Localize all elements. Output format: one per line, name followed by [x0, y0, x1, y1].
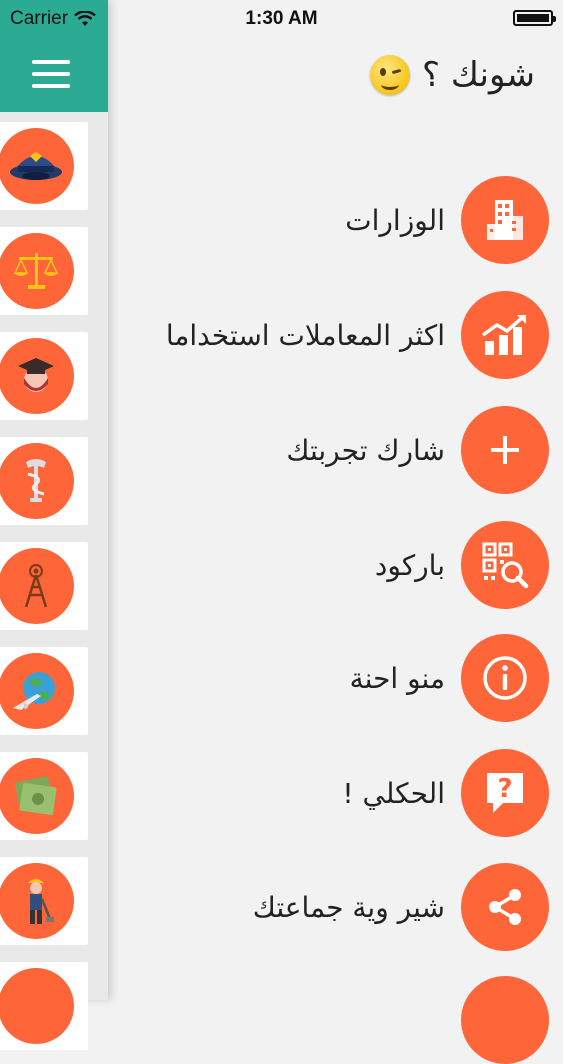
menu-item-barcode[interactable]: باركود: [375, 521, 549, 609]
menu-item-label: شارك تجربتك: [286, 433, 445, 467]
police-cap-icon: [10, 152, 62, 180]
menu-item-tell-me[interactable]: ? الحكلي !: [342, 749, 549, 837]
share-icon: [489, 889, 521, 925]
worker-icon: [28, 879, 54, 924]
battery-icon: [513, 10, 556, 26]
category-health[interactable]: [0, 437, 88, 525]
clock: 1:30 AM: [245, 8, 318, 29]
building-icon: [487, 200, 523, 240]
greeting-text: شونك ؟: [421, 55, 535, 95]
status-bar: Carrier 1:30 AM: [0, 0, 563, 38]
menu-item-label: اكثر المعاملات استخداما: [165, 318, 445, 352]
menu-item-share-friends[interactable]: شير وية جماعتك: [253, 863, 549, 951]
greeting-header: شونك ؟: [369, 50, 535, 100]
menu-item-share-experience[interactable]: شارك تجربتك: [286, 406, 549, 494]
question-icon: ?: [487, 773, 523, 813]
globe-airplane-icon: [13, 672, 55, 710]
main-menu: شونك ؟ الوزارات اكثر المعاملات استخداما …: [108, 0, 563, 1064]
menu-item-label: الوزارات: [345, 203, 445, 237]
category-justice[interactable]: [0, 227, 88, 315]
hamburger-menu-icon[interactable]: [32, 60, 70, 90]
money-icon: [14, 776, 57, 815]
category-labor[interactable]: [0, 857, 88, 945]
tower-antenna-icon: [24, 564, 48, 608]
chart-growth-icon: [481, 315, 526, 355]
category-communications[interactable]: [0, 542, 88, 630]
qr-search-icon: [482, 542, 529, 589]
svg-text:?: ?: [497, 774, 512, 804]
menu-item-most-used[interactable]: اكثر المعاملات استخداما: [166, 291, 549, 379]
plus-icon: [491, 436, 519, 464]
menu-item-label: باركود: [374, 548, 445, 582]
pharmacy-icon: [26, 459, 46, 502]
menu-item-label: الحكلي !: [342, 776, 445, 810]
menu-item-ministries[interactable]: الوزارات: [345, 176, 549, 264]
category-travel[interactable]: [0, 647, 88, 735]
category-finance[interactable]: [0, 752, 88, 840]
graduate-icon: [18, 358, 54, 392]
winking-face-icon: [369, 55, 410, 95]
category-police[interactable]: [0, 122, 88, 210]
menu-item-about-us[interactable]: منو احنة: [350, 634, 549, 722]
category-education[interactable]: [0, 332, 88, 420]
sidebar: [0, 0, 108, 1050]
info-icon: [483, 656, 527, 700]
category-partial[interactable]: [0, 962, 88, 1050]
menu-item-partial[interactable]: [461, 976, 549, 1064]
menu-item-label: شير وية جماعتك: [252, 890, 445, 924]
menu-item-label: منو احنة: [349, 661, 445, 695]
justice-scale-icon: [13, 253, 59, 289]
